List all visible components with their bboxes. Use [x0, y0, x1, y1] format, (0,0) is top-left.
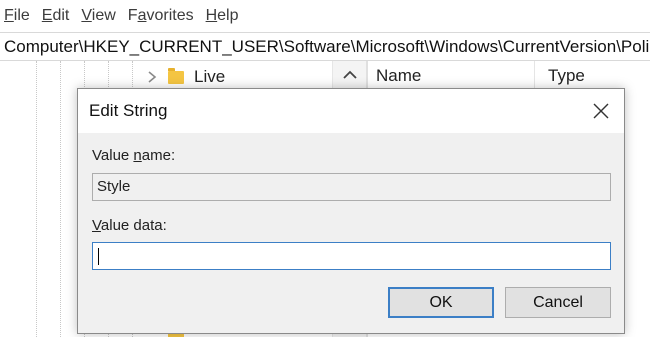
ok-button[interactable]: OK — [388, 287, 494, 318]
value-name-field: Style — [92, 173, 611, 201]
tree-guide-line — [36, 61, 37, 337]
column-header-type[interactable]: Type — [548, 61, 585, 91]
menu-file[interactable]: File — [0, 7, 38, 25]
address-bar[interactable]: Computer\HKEY_CURRENT_USER\Software\Micr… — [0, 32, 650, 61]
dialog-titlebar[interactable]: Edit String — [78, 89, 624, 133]
tree-item-label: Live — [194, 67, 226, 86]
tree-guide-line — [60, 61, 61, 337]
text-cursor — [98, 248, 99, 265]
close-icon — [593, 103, 609, 119]
column-header-name[interactable]: Name — [376, 61, 421, 91]
cancel-button[interactable]: Cancel — [505, 287, 611, 318]
value-data-input[interactable] — [92, 242, 611, 270]
folder-icon — [168, 67, 184, 84]
close-button[interactable] — [578, 89, 624, 133]
dialog-title: Edit String — [89, 101, 168, 120]
address-path: Computer\HKEY_CURRENT_USER\Software\Micr… — [4, 37, 650, 56]
value-data-label: Value data: — [92, 217, 167, 234]
menu-help[interactable]: Help — [202, 7, 247, 25]
edit-string-dialog: Edit String Value name: Style Value data… — [77, 88, 625, 334]
column-separator[interactable] — [534, 61, 535, 91]
menu-view[interactable]: View — [77, 7, 123, 25]
chevron-right-icon[interactable] — [146, 67, 158, 87]
menu-bar: File Edit View Favorites Help — [0, 0, 650, 32]
menu-edit[interactable]: Edit — [38, 7, 78, 25]
scroll-up-arrow-icon[interactable] — [341, 67, 359, 83]
menu-favorites[interactable]: Favorites — [124, 7, 202, 25]
value-name-label: Value name: — [92, 147, 176, 164]
tree-item-live[interactable]: Live — [146, 64, 225, 90]
